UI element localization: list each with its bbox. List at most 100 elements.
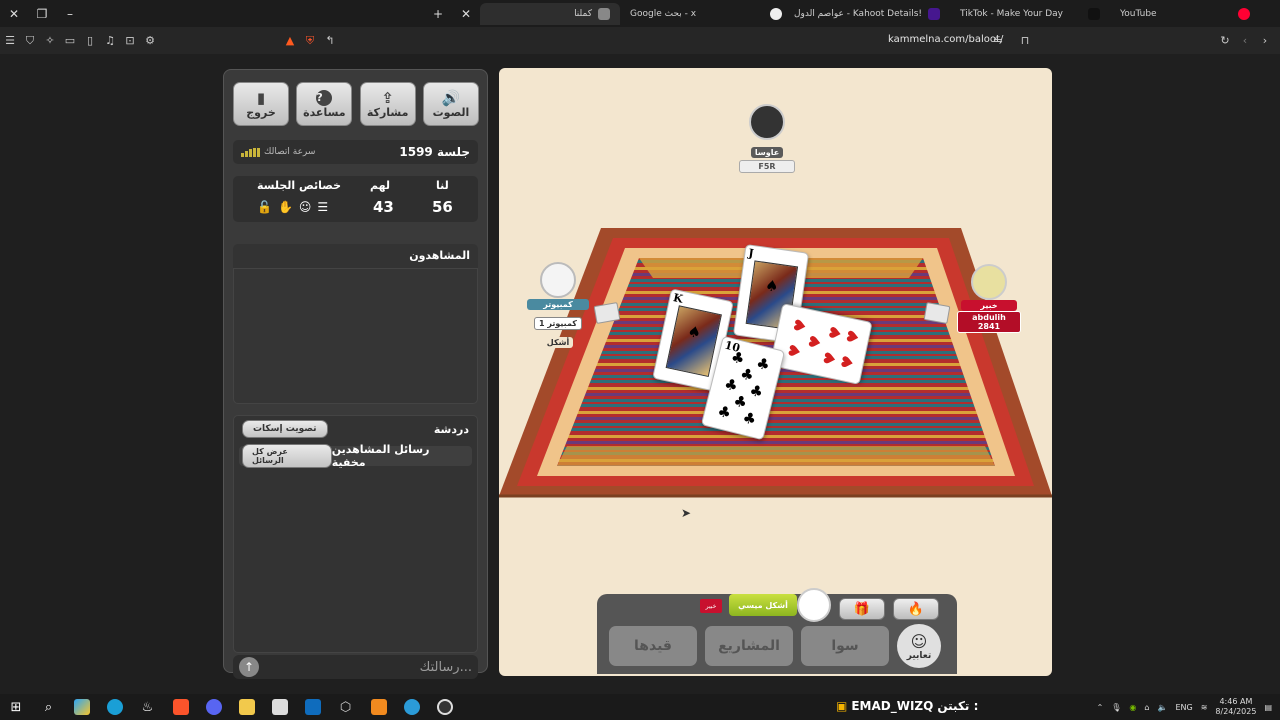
us-score: 56 — [432, 198, 453, 216]
sound-label: الصوت — [432, 105, 470, 119]
system-tray: ⌃ 🎙 ◉ ⌂ 🔈 ENG ≋ 4:46 AM 8/24/2025 ▤ — [1097, 694, 1272, 720]
message-input-bar[interactable]: ↑ رسالتك... — [233, 655, 478, 679]
forward-icon[interactable]: › — [1255, 27, 1275, 54]
start-button[interactable]: ⊞ — [0, 694, 32, 720]
copilot-icon[interactable] — [65, 694, 98, 720]
url-text[interactable]: kammelna.com/baloot/ — [888, 34, 1003, 45]
exit-icon: ▮ — [256, 88, 266, 107]
shield-icon[interactable]: ⛉ — [20, 27, 40, 54]
session-row: سرعة اتصالك جلسة 1599 — [233, 140, 478, 164]
store-icon[interactable] — [263, 694, 296, 720]
player-top-avatar — [749, 104, 785, 140]
hidden-messages-label: رسائل المشاهدين مخفية — [331, 443, 430, 469]
screenshot-icon[interactable]: ⊡ — [120, 27, 140, 54]
new-tab-icon[interactable]: + — [424, 0, 452, 27]
share-button[interactable]: ⇪ مشاركة — [359, 82, 416, 126]
fire-button[interactable]: 🔥 — [893, 598, 939, 620]
minimize-window-icon[interactable]: – — [56, 0, 84, 27]
wifi-icon[interactable]: ≋ — [1201, 703, 1208, 712]
player-right[interactable]: خبير abdulih 2841 — [957, 264, 1021, 333]
emotes-button[interactable]: ☺ تعابير — [897, 624, 941, 668]
sidebar-icon[interactable]: ▯ — [80, 27, 100, 54]
settings-icon[interactable]: ⚙ — [140, 27, 160, 54]
game-controls: خبير أشكل ميسي 🎁 🔥 قيدها المشاريع سوا ☺ … — [597, 588, 957, 674]
tab-title: YouTube — [1120, 8, 1157, 19]
tab-kammelna[interactable]: كملنا — [480, 2, 620, 25]
show-all-button[interactable]: عرض كل الرسائل — [242, 444, 332, 468]
mute-vote-button[interactable]: تصويت إسكات — [242, 420, 328, 438]
language-indicator[interactable]: ENG — [1175, 703, 1192, 712]
mic-icon[interactable]: 🎙 — [1111, 703, 1121, 712]
back-icon[interactable]: ‹ — [1235, 27, 1255, 54]
chevron-up-icon[interactable]: ⌃ — [1097, 703, 1104, 712]
volume-icon[interactable]: 🔈 — [1157, 703, 1167, 712]
connection-speed: سرعة اتصالك — [241, 147, 315, 157]
close-tab-icon[interactable]: ✕ — [452, 0, 480, 27]
search-icon[interactable]: ⌕ — [32, 694, 65, 720]
music-icon[interactable]: ♫ — [100, 27, 120, 54]
sound-button[interactable]: 🔊 الصوت — [422, 82, 479, 126]
heart-icon: ♥ — [842, 328, 864, 346]
nvidia-icon[interactable]: ◉ — [1129, 703, 1136, 712]
them-score: 43 — [373, 198, 394, 216]
brave-rewards-icon[interactable]: ▲ — [280, 27, 300, 54]
close-window-icon[interactable]: ✕ — [0, 0, 28, 27]
share-icon: ⇪ — [381, 88, 394, 107]
notification-icon[interactable]: ▤ — [1264, 703, 1272, 712]
brave-shield-icon[interactable]: ⛨ — [300, 27, 320, 54]
projects-button[interactable]: المشاريع — [705, 626, 793, 666]
menu-icon[interactable]: ☰ — [0, 27, 20, 54]
player-right-avatar — [971, 264, 1007, 300]
hand-icon: ✋ — [277, 200, 293, 214]
anki-icon[interactable] — [362, 694, 395, 720]
player-top[interactable]: عاوسا F5R — [737, 104, 797, 174]
chat-header: تصويت إسكات دردشة — [234, 416, 477, 442]
tune-icon[interactable]: ⇋ — [988, 27, 1008, 54]
tab-google[interactable]: Google بحث - x — [620, 3, 760, 25]
extensions-icon[interactable]: ✧ — [40, 27, 60, 54]
them-label: لهم — [370, 179, 391, 192]
share-icon[interactable]: ↰ — [320, 27, 340, 54]
session-props: 🔓 ✋ ☺ ☰ — [257, 200, 328, 214]
restore-window-icon[interactable]: ❐ — [28, 0, 56, 27]
bookmark-icon[interactable]: ⊓ — [1015, 27, 1035, 54]
teams-icon[interactable] — [395, 694, 428, 720]
edge-icon[interactable] — [98, 694, 131, 720]
smiley-icon: ☺ — [910, 631, 928, 651]
help-button[interactable]: ? مساعدة — [296, 82, 353, 126]
watchers-list — [233, 268, 478, 404]
player-left[interactable]: كمبيوتر كمبيوتر 1 أشكل — [527, 262, 589, 349]
my-avatar[interactable] — [797, 588, 831, 622]
message-input[interactable]: رسالتك... — [420, 660, 472, 675]
network-icon[interactable]: ⌂ — [1144, 703, 1149, 712]
obs-icon[interactable] — [428, 694, 461, 720]
app-icon[interactable]: ⬡ — [329, 694, 362, 720]
window-icon[interactable]: ▭ — [60, 27, 80, 54]
send-icon[interactable]: ↑ — [239, 657, 259, 677]
steam-icon[interactable]: ♨ — [131, 694, 164, 720]
chat-box: تصويت إسكات دردشة عرض كل الرسائل رسائل ا… — [233, 415, 478, 653]
clock[interactable]: 4:46 AM 8/24/2025 — [1215, 697, 1256, 717]
share-label: مشاركة — [366, 105, 409, 119]
exit-button[interactable]: ▮ خروج — [233, 82, 289, 126]
ticker-name: EMAD_WIZQ — [851, 699, 934, 713]
tab-kahoot[interactable]: عواصم الدول - Kahoot Details! — [760, 3, 950, 25]
tab-youtube[interactable]: YouTube — [1110, 3, 1260, 25]
tab-tiktok[interactable]: TikTok - Make Your Day — [950, 3, 1110, 25]
discord-icon[interactable] — [197, 694, 230, 720]
tab-title: Google بحث - x — [630, 8, 697, 19]
tiktok-favicon-icon — [1088, 7, 1100, 20]
file-explorer-icon[interactable] — [230, 694, 263, 720]
ticker: ▣ EMAD_WIZQ تكبتن : — [836, 699, 978, 713]
club-icon: ♣ — [740, 408, 759, 429]
sawa-button[interactable]: سوا — [801, 626, 889, 666]
card-rank: K — [672, 291, 685, 306]
browser-address-bar: ☰ ⛉ ✧ ▭ ▯ ♫ ⊡ ⚙ ▲ ⛨ ↰ kammelna.com/baloo… — [0, 27, 1280, 54]
outlook-icon[interactable] — [296, 694, 329, 720]
reload-icon[interactable]: ↻ — [1215, 27, 1235, 54]
gift-button[interactable]: 🎁 — [839, 598, 885, 620]
mouse-cursor-icon: ➤ — [681, 506, 692, 520]
qaydha-button[interactable]: قيدها — [609, 626, 697, 666]
brave-icon[interactable] — [164, 694, 197, 720]
exit-label: خروج — [246, 105, 276, 119]
